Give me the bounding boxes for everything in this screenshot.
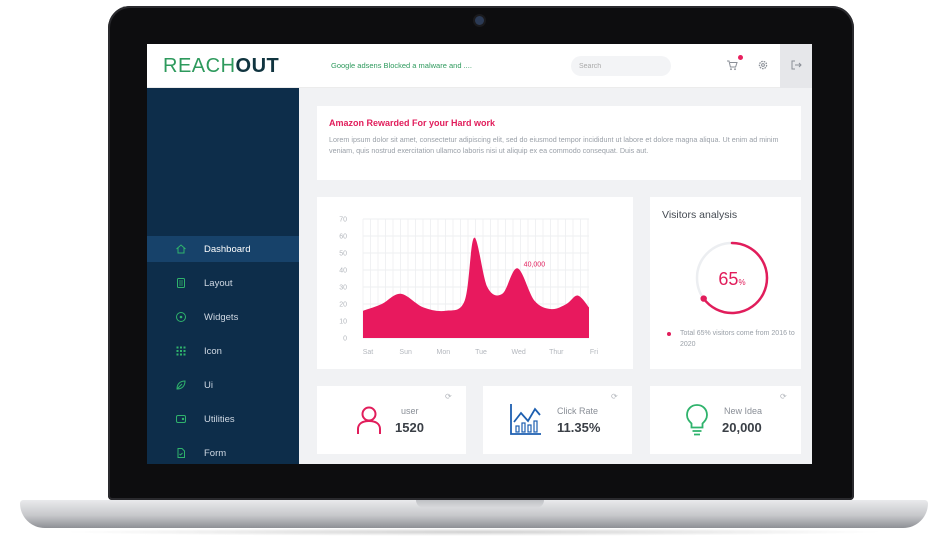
settings-icon[interactable]	[756, 59, 770, 73]
stat-label: New Idea	[724, 406, 763, 416]
cart-icon[interactable]	[725, 59, 739, 73]
alert-title: Amazon Rewarded For your Hard work	[329, 118, 496, 128]
sidebar-item-form[interactable]: Form	[147, 440, 299, 464]
x-tick-label: Thur	[549, 349, 564, 356]
visitors-card: Visitors analysis 65% Total 65% visitors…	[650, 197, 801, 369]
stat-label: Click Rate	[557, 406, 599, 416]
lightbulb-icon	[686, 404, 708, 436]
refresh-icon[interactable]: ⟳	[611, 392, 618, 401]
sidebar-item-icon[interactable]: Icon	[147, 338, 299, 364]
grid-icon	[175, 345, 187, 357]
alert-body: Lorem ipsum dolor sit amet, consectetur …	[329, 135, 779, 155]
x-tick-label: Fri	[590, 349, 599, 356]
sidebar-item-utilities[interactable]: Utilities	[147, 406, 299, 432]
alert-card: Amazon Rewarded For your Hard work Lorem…	[317, 106, 801, 180]
logout-button[interactable]	[780, 44, 812, 88]
camera-icon	[475, 16, 484, 25]
brand-logo-part1: REACH	[163, 55, 236, 77]
utilities-icon	[175, 413, 187, 425]
stat-card-click-rate: ⟳ Click Rate 11.35%	[483, 386, 632, 454]
sidebar: Dashboard Layout Widgets Icon Ui Utiliti…	[147, 88, 299, 464]
sidebar-item-ui[interactable]: Ui	[147, 372, 299, 398]
top-bar: REACHOUT Google adsens Blocked a malware…	[147, 44, 812, 88]
annotation-label: 40,000	[524, 261, 546, 268]
dashboard-screen: REACHOUT Google adsens Blocked a malware…	[147, 44, 812, 464]
y-tick-label: 0	[343, 336, 347, 343]
widgets-icon	[175, 311, 187, 323]
form-icon	[175, 447, 187, 459]
sidebar-item-label: Layout	[204, 277, 233, 289]
x-tick-label: Tue	[475, 349, 487, 356]
brand-logo[interactable]: REACHOUT	[163, 55, 279, 78]
chart-card: 0 10 20 30 40 50 60 70 Sat Sun Mon Tue Wed Thur Fri 40,…	[317, 197, 633, 369]
y-tick-label: 60	[339, 234, 347, 241]
laptop-shadow	[60, 528, 888, 536]
stat-value: 20,000	[722, 420, 762, 435]
sidebar-item-dashboard[interactable]: Dashboard	[147, 236, 299, 262]
x-tick-label: Mon	[437, 349, 451, 356]
y-tick-label: 30	[339, 285, 347, 292]
logout-icon	[789, 59, 803, 73]
news-ticker[interactable]: Google adsens Blocked a malware and ....	[331, 61, 472, 70]
y-tick-label: 20	[339, 302, 347, 309]
search-input[interactable]	[571, 56, 671, 76]
sidebar-item-label: Icon	[204, 345, 222, 357]
visitors-percent: 65%	[708, 269, 756, 290]
x-tick-label: Sun	[399, 349, 412, 356]
refresh-icon[interactable]: ⟳	[445, 392, 452, 401]
home-icon	[175, 243, 187, 255]
y-tick-label: 10	[339, 319, 347, 326]
visitors-ring-dot	[700, 295, 707, 302]
bar-chart-icon	[510, 404, 541, 435]
layout-icon	[175, 277, 187, 289]
y-tick-label: 50	[339, 251, 347, 258]
sidebar-item-label: Utilities	[204, 413, 235, 425]
refresh-icon[interactable]: ⟳	[780, 392, 787, 401]
area-chart[interactable]: 0 10 20 30 40 50 60 70 Sat Sun Mon Tue Wed Thur Fri 40,…	[317, 197, 633, 369]
stat-label: user	[401, 406, 419, 416]
stat-card-user: ⟳ user 1520	[317, 386, 466, 454]
brand-logo-part2: OUT	[235, 55, 280, 77]
leaf-icon	[175, 379, 187, 391]
visitors-note: Total 65% visitors come from 2016 to 202…	[680, 330, 795, 348]
y-tick-label: 40	[339, 268, 347, 275]
stat-card-new-idea: ⟳ New Idea 20,000	[650, 386, 801, 454]
visitors-percent-value: 65	[718, 269, 739, 289]
stat-value: 1520	[395, 420, 424, 435]
user-icon	[357, 406, 381, 434]
visitors-percent-unit: %	[738, 278, 746, 287]
sidebar-item-label: Form	[204, 447, 227, 459]
sidebar-item-label: Dashboard	[204, 243, 251, 255]
x-tick-label: Wed	[512, 349, 526, 356]
sidebar-item-widgets[interactable]: Widgets	[147, 304, 299, 330]
sidebar-item-label: Ui	[204, 379, 213, 391]
x-tick-label: Sat	[363, 349, 374, 356]
stat-value: 11.35%	[557, 420, 601, 435]
laptop-notch	[416, 500, 544, 508]
sidebar-item-label: Widgets	[204, 311, 239, 323]
sidebar-item-layout[interactable]: Layout	[147, 270, 299, 296]
visitors-legend-dot	[667, 332, 671, 336]
y-tick-label: 70	[339, 217, 347, 224]
